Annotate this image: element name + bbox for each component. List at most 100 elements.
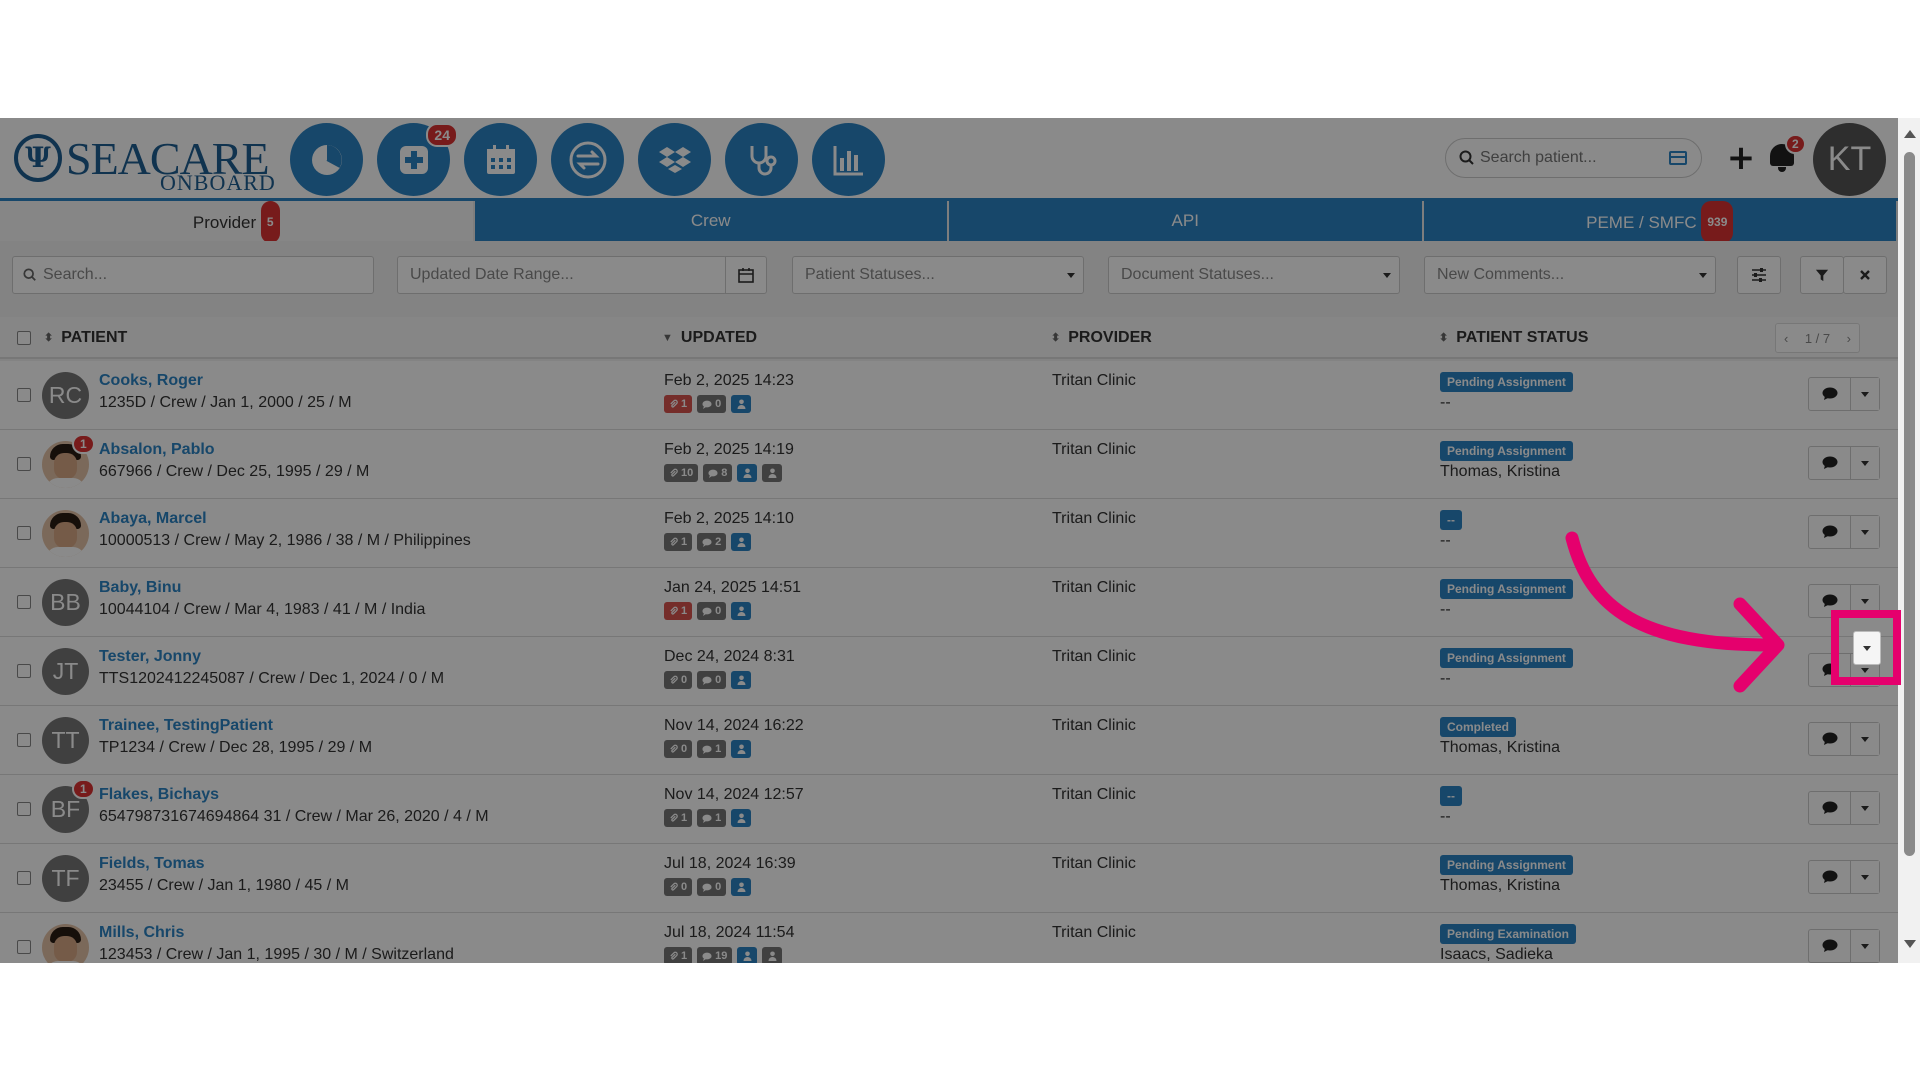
row-actions-dropdown[interactable]	[1851, 378, 1879, 410]
notifications-badge: 2	[1785, 134, 1806, 154]
scroll-up-arrow[interactable]	[1904, 130, 1916, 138]
user-avatar[interactable]: KT	[1813, 123, 1886, 196]
table-row[interactable]: 1 Absalon, Pablo 667966 / Crew / Dec 25,…	[0, 430, 1898, 499]
tab-api[interactable]: API	[949, 201, 1424, 241]
patient-initials-avatar[interactable]: JT	[42, 648, 89, 695]
row-actions-dropdown[interactable]	[1851, 723, 1879, 755]
comment-button[interactable]	[1809, 723, 1851, 755]
comment-button[interactable]	[1809, 516, 1851, 548]
patient-initials-avatar[interactable]: BB	[42, 579, 89, 626]
examination-nav-button[interactable]	[725, 123, 798, 196]
notifications-button[interactable]: 2	[1768, 134, 1806, 176]
column-updated[interactable]: ▼ UPDATED	[662, 317, 757, 359]
table-row[interactable]: RC Cooks, Roger 1235D / Crew / Jan 1, 20…	[0, 361, 1898, 430]
row-actions-dropdown[interactable]	[1851, 930, 1879, 962]
patient-search[interactable]	[1445, 138, 1702, 178]
table-row[interactable]: BF 1 Flakes, Bichays 654798731674694864 3…	[0, 775, 1898, 844]
date-range-input[interactable]: Updated Date Range...	[397, 256, 727, 294]
patient-name-link[interactable]: Mills, Chris	[99, 924, 184, 942]
id-card-icon[interactable]	[1669, 151, 1687, 165]
dropbox-nav-button[interactable]	[638, 123, 711, 196]
patient-name-link[interactable]: Cooks, Roger	[99, 372, 203, 390]
page-indicator: 1 / 7	[1804, 330, 1831, 346]
next-page-button[interactable]: ›	[1847, 331, 1851, 346]
tab-crew[interactable]: Crew	[474, 201, 949, 241]
tab-peme-smfc[interactable]: PEME / SMFC 939	[1423, 201, 1898, 243]
patient-name-link[interactable]: Absalon, Pablo	[99, 441, 215, 459]
patient-status-select[interactable]: Patient Statuses...	[792, 256, 1084, 294]
row-checkbox[interactable]	[17, 940, 31, 954]
comment-icon	[1822, 732, 1837, 745]
select-placeholder: Document Statuses...	[1121, 266, 1274, 283]
comment-icon	[1822, 594, 1837, 607]
row-actions-dropdown-highlighted[interactable]	[1853, 631, 1881, 665]
row-checkbox[interactable]	[17, 595, 31, 609]
vertical-scrollbar[interactable]	[1898, 118, 1920, 963]
comment-button[interactable]	[1809, 861, 1851, 893]
apply-filter-button[interactable]	[1800, 256, 1844, 294]
quick-add-button[interactable]: +	[1726, 140, 1756, 176]
reports-nav-button[interactable]	[812, 123, 885, 196]
patient-name-link[interactable]: Trainee, TestingPatient	[99, 717, 273, 735]
row-checkbox[interactable]	[17, 388, 31, 402]
calendar-nav-button[interactable]	[464, 123, 537, 196]
patient-name-link[interactable]: Abaya, Marcel	[99, 510, 207, 528]
patient-name-link[interactable]: Fields, Tomas	[99, 855, 205, 873]
column-settings-button[interactable]	[1737, 256, 1781, 294]
logo-mark: Ψ	[14, 134, 62, 182]
record-chips: 00	[664, 878, 752, 896]
patient-name-link[interactable]: Flakes, Bichays	[99, 786, 219, 804]
column-patient[interactable]: ⬍ PATIENT	[44, 317, 127, 359]
select-all-checkbox[interactable]	[17, 331, 31, 345]
table-search-input[interactable]: Search...	[12, 256, 374, 294]
clear-filters-button[interactable]	[1843, 256, 1887, 294]
scroll-down-arrow[interactable]	[1904, 940, 1916, 948]
patient-photo[interactable]	[42, 510, 89, 557]
record-chips: 00	[664, 671, 752, 689]
patient-initials-avatar[interactable]: TT	[42, 717, 89, 764]
patient-initials-avatar[interactable]: TF	[42, 855, 89, 902]
table-header: ⬍ PATIENT ▼ UPDATED ⬍ PROVIDER ⬍ PATIENT STA…	[0, 317, 1898, 359]
row-actions-dropdown[interactable]	[1851, 516, 1879, 548]
row-checkbox[interactable]	[17, 871, 31, 885]
patient-name-link[interactable]: Tester, Jonny	[99, 648, 201, 666]
comment-button[interactable]	[1809, 447, 1851, 479]
row-checkbox[interactable]	[17, 733, 31, 747]
table-row[interactable]: TF Fields, Tomas 23455 / Crew / Jan 1, 1…	[0, 844, 1898, 913]
search-placeholder: Search...	[43, 266, 108, 283]
medical-plus-icon	[399, 145, 428, 174]
patient-photo[interactable]	[42, 924, 89, 963]
row-actions-dropdown[interactable]	[1851, 447, 1879, 479]
transfer-nav-button[interactable]	[551, 123, 624, 196]
attachments-chip: 1	[664, 602, 693, 620]
row-actions	[1808, 446, 1880, 480]
add-patient-nav-button[interactable]: 24	[377, 123, 458, 196]
comment-button[interactable]	[1809, 378, 1851, 410]
updated-timestamp: Dec 24, 2024 8:31	[664, 648, 795, 665]
row-checkbox[interactable]	[17, 664, 31, 678]
comment-button[interactable]	[1809, 930, 1851, 962]
document-status-select[interactable]: Document Statuses...	[1108, 256, 1400, 294]
row-actions-dropdown[interactable]	[1851, 792, 1879, 824]
table-row[interactable]: Mills, Chris 123453 / Crew / Jan 1, 1995…	[0, 913, 1898, 963]
patient-initials-avatar[interactable]: RC	[42, 372, 89, 419]
comment-button[interactable]	[1809, 792, 1851, 824]
tab-provider[interactable]: Provider 5	[0, 201, 475, 243]
new-comments-select[interactable]: New Comments...	[1424, 256, 1716, 294]
patient-search-input[interactable]	[1480, 145, 1660, 171]
row-checkbox[interactable]	[17, 526, 31, 540]
prev-page-button[interactable]: ‹	[1784, 331, 1788, 346]
calendar-picker-button[interactable]	[725, 256, 767, 294]
seacare-logo[interactable]: Ψ SEACARE ONBOARD	[14, 128, 276, 195]
tab-label: API	[1171, 211, 1199, 230]
row-actions-dropdown[interactable]	[1851, 861, 1879, 893]
patient-name-link[interactable]: Baby, Binu	[99, 579, 181, 597]
row-checkbox[interactable]	[17, 457, 31, 471]
column-patient-status[interactable]: ⬍ PATIENT STATUS	[1439, 317, 1588, 359]
table-row[interactable]: TT Trainee, TestingPatient TP1234 / Crew…	[0, 706, 1898, 775]
scrollbar-thumb[interactable]	[1904, 152, 1915, 856]
row-checkbox[interactable]	[17, 802, 31, 816]
column-provider[interactable]: ⬍ PROVIDER	[1051, 317, 1152, 359]
chip-count: 1	[715, 812, 722, 824]
dashboard-nav-button[interactable]	[290, 123, 363, 196]
